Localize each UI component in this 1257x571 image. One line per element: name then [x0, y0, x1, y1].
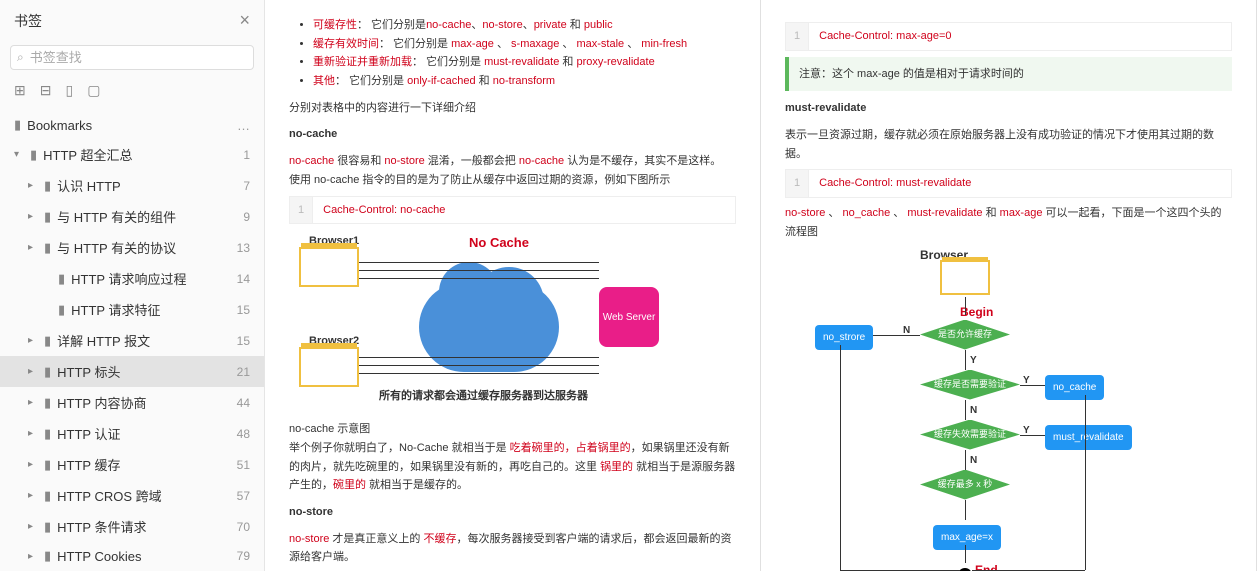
chevron-icon: ▸: [28, 551, 38, 562]
bookmarks-root[interactable]: ▮ Bookmarks …: [0, 111, 264, 139]
bookmark-outline-icon[interactable]: ▢: [87, 82, 100, 99]
chevron-icon: ▸: [28, 366, 38, 377]
sidebar-item-label: HTTP 内容协商: [57, 393, 146, 412]
bookmark-icon: ▮: [44, 457, 51, 473]
sidebar-item-label: HTTP 请求特征: [71, 300, 160, 319]
page-number: 44: [237, 396, 250, 410]
code-block: 1Cache-Control: max-age=0: [785, 22, 1232, 51]
page-number: 1: [243, 148, 250, 162]
chevron-icon: ▸: [28, 335, 38, 346]
bookmark-icon: ▮: [44, 488, 51, 504]
note-box: 注意：这个 max-age 的值是相对于请求时间的: [785, 57, 1232, 92]
sidebar-item[interactable]: ▸ ▮ HTTP Cookies 79: [0, 542, 264, 570]
section-nocache: no-cache: [289, 125, 736, 144]
sidebar-item-label: HTTP 请求响应过程: [71, 269, 186, 288]
chevron-icon: ▾: [14, 149, 24, 160]
bookmark-icon: ▮: [44, 178, 51, 194]
bookmark-icon: ▮: [44, 333, 51, 349]
sidebar-item-label: 认识 HTTP: [57, 176, 121, 195]
sidebar-item-label: HTTP 条件请求: [57, 517, 146, 536]
bookmark-icon: ▮: [44, 240, 51, 256]
bookmark-icon[interactable]: ▯: [65, 82, 73, 99]
bookmark-icon: ▮: [44, 548, 51, 564]
chevron-icon: ▸: [28, 521, 38, 532]
page-right[interactable]: 1Cache-Control: max-age=0 注意：这个 max-age …: [761, 0, 1257, 571]
page-number: 51: [237, 458, 250, 472]
code-block: 1Cache-Control: no-cache: [289, 196, 736, 225]
sidebar-item[interactable]: ▾ ▮ HTTP 超全汇总 1: [0, 139, 264, 170]
page-number: 57: [237, 489, 250, 503]
bookmark-icon: ▮: [44, 426, 51, 442]
page-number: 9: [243, 210, 250, 224]
sidebar-item-label: HTTP 认证: [57, 424, 120, 443]
page-number: 15: [237, 303, 250, 317]
bookmark-icon: ▮: [58, 271, 65, 287]
cache-flowchart: Browser Begin 是否允许缓存 N no_strore Y 缓存是否需…: [785, 250, 1155, 571]
section-nostore: no-store: [289, 503, 736, 522]
sidebar-title: 书签: [14, 11, 42, 31]
sidebar-item-label: HTTP 超全汇总: [43, 145, 132, 164]
search-input[interactable]: [30, 50, 247, 65]
section-must-revalidate: must-revalidate: [785, 99, 1232, 118]
search-icon: ⌕: [17, 50, 24, 65]
sidebar-item[interactable]: ▮ HTTP 请求响应过程 14: [0, 263, 264, 294]
sidebar-item[interactable]: ▸ ▮ HTTP 内容协商 44: [0, 387, 264, 418]
sidebar-item[interactable]: ▸ ▮ HTTP 缓存 51: [0, 449, 264, 480]
collapse-icon[interactable]: ⊟: [40, 82, 52, 99]
sidebar-item[interactable]: ▸ ▮ HTTP CROS 跨域 57: [0, 480, 264, 511]
sidebar-item[interactable]: ▸ ▮ 认识 HTTP 7: [0, 170, 264, 201]
sidebar-item[interactable]: ▸ ▮ 与 HTTP 有关的组件 9: [0, 201, 264, 232]
page-number: 7: [243, 179, 250, 193]
bookmark-icon: ▮: [44, 395, 51, 411]
page-number: 70: [237, 520, 250, 534]
chevron-icon: ▸: [28, 180, 38, 191]
sidebar-item-label: 详解 HTTP 报文: [57, 331, 150, 350]
bookmark-icon: ▮: [44, 209, 51, 225]
sidebar-item-label: HTTP CROS 跨域: [57, 486, 162, 505]
chevron-icon: ▸: [28, 242, 38, 253]
sidebar-item-label: 与 HTTP 有关的协议: [57, 238, 176, 257]
page-number: 14: [237, 272, 250, 286]
sidebar-header: 书签 ×: [0, 0, 264, 41]
intro-text: 分别对表格中的内容进行一下详细介绍: [289, 99, 736, 118]
page-number: 21: [237, 365, 250, 379]
bookmark-icon: ▮: [30, 147, 37, 163]
page-left[interactable]: 可缓存性： 它们分别是no-cache、no-store、private 和 p…: [265, 0, 761, 571]
sidebar-item[interactable]: ▸ ▮ HTTP 条件请求 70: [0, 511, 264, 542]
sidebar-item[interactable]: ▸ ▮ 与 HTTP 有关的协议 13: [0, 232, 264, 263]
more-icon[interactable]: …: [237, 118, 250, 133]
bookmark-icon: ▮: [14, 117, 21, 133]
cache-list: 可缓存性： 它们分别是no-cache、no-store、private 和 p…: [313, 16, 736, 91]
page-number: 48: [237, 427, 250, 441]
chevron-icon: ▸: [28, 459, 38, 470]
close-icon[interactable]: ×: [239, 10, 250, 31]
sidebar-tools: ⊞ ⊟ ▯ ▢: [0, 74, 264, 107]
chevron-icon: ▸: [28, 211, 38, 222]
sidebar-item-label: HTTP 标头: [57, 362, 120, 381]
bookmark-icon: ▮: [44, 364, 51, 380]
sidebar-item-label: 与 HTTP 有关的组件: [57, 207, 176, 226]
sidebar-item[interactable]: ▮ HTTP 请求特征 15: [0, 294, 264, 325]
code-block: 1Cache-Control: must-revalidate: [785, 169, 1232, 198]
chevron-icon: ▸: [28, 397, 38, 408]
bookmarks-sidebar: 书签 × ⌕ ⊞ ⊟ ▯ ▢ ▮ Bookmarks … ▾ ▮ HTTP 超全汇总 1…: [0, 0, 265, 571]
chevron-icon: ▸: [28, 428, 38, 439]
sidebar-item-label: HTTP Cookies: [57, 549, 141, 564]
bookmark-icon: ▮: [58, 302, 65, 318]
sidebar-item[interactable]: ▸ ▮ HTTP 认证 48: [0, 418, 264, 449]
sidebar-item[interactable]: ▸ ▮ HTTP 标头 21: [0, 356, 264, 387]
page-number: 79: [237, 549, 250, 563]
sidebar-item[interactable]: ▸ ▮ 详解 HTTP 报文 15: [0, 325, 264, 356]
chevron-icon: ▸: [28, 490, 38, 501]
document-content: 可缓存性： 它们分别是no-cache、no-store、private 和 p…: [265, 0, 1257, 571]
page-number: 15: [237, 334, 250, 348]
page-number: 13: [237, 241, 250, 255]
sidebar-item-label: HTTP 缓存: [57, 455, 120, 474]
bookmarks-list[interactable]: ▮ Bookmarks … ▾ ▮ HTTP 超全汇总 1 ▸ ▮ 认识 HTTP 7 ▸ ▮ 与 H…: [0, 107, 264, 571]
expand-icon[interactable]: ⊞: [14, 82, 26, 99]
bookmarks-label: Bookmarks: [27, 118, 92, 133]
search-box[interactable]: ⌕: [10, 45, 254, 70]
nocache-diagram: Browser1 No Cache Web Server Browser2 所有…: [289, 232, 669, 412]
bookmark-icon: ▮: [44, 519, 51, 535]
